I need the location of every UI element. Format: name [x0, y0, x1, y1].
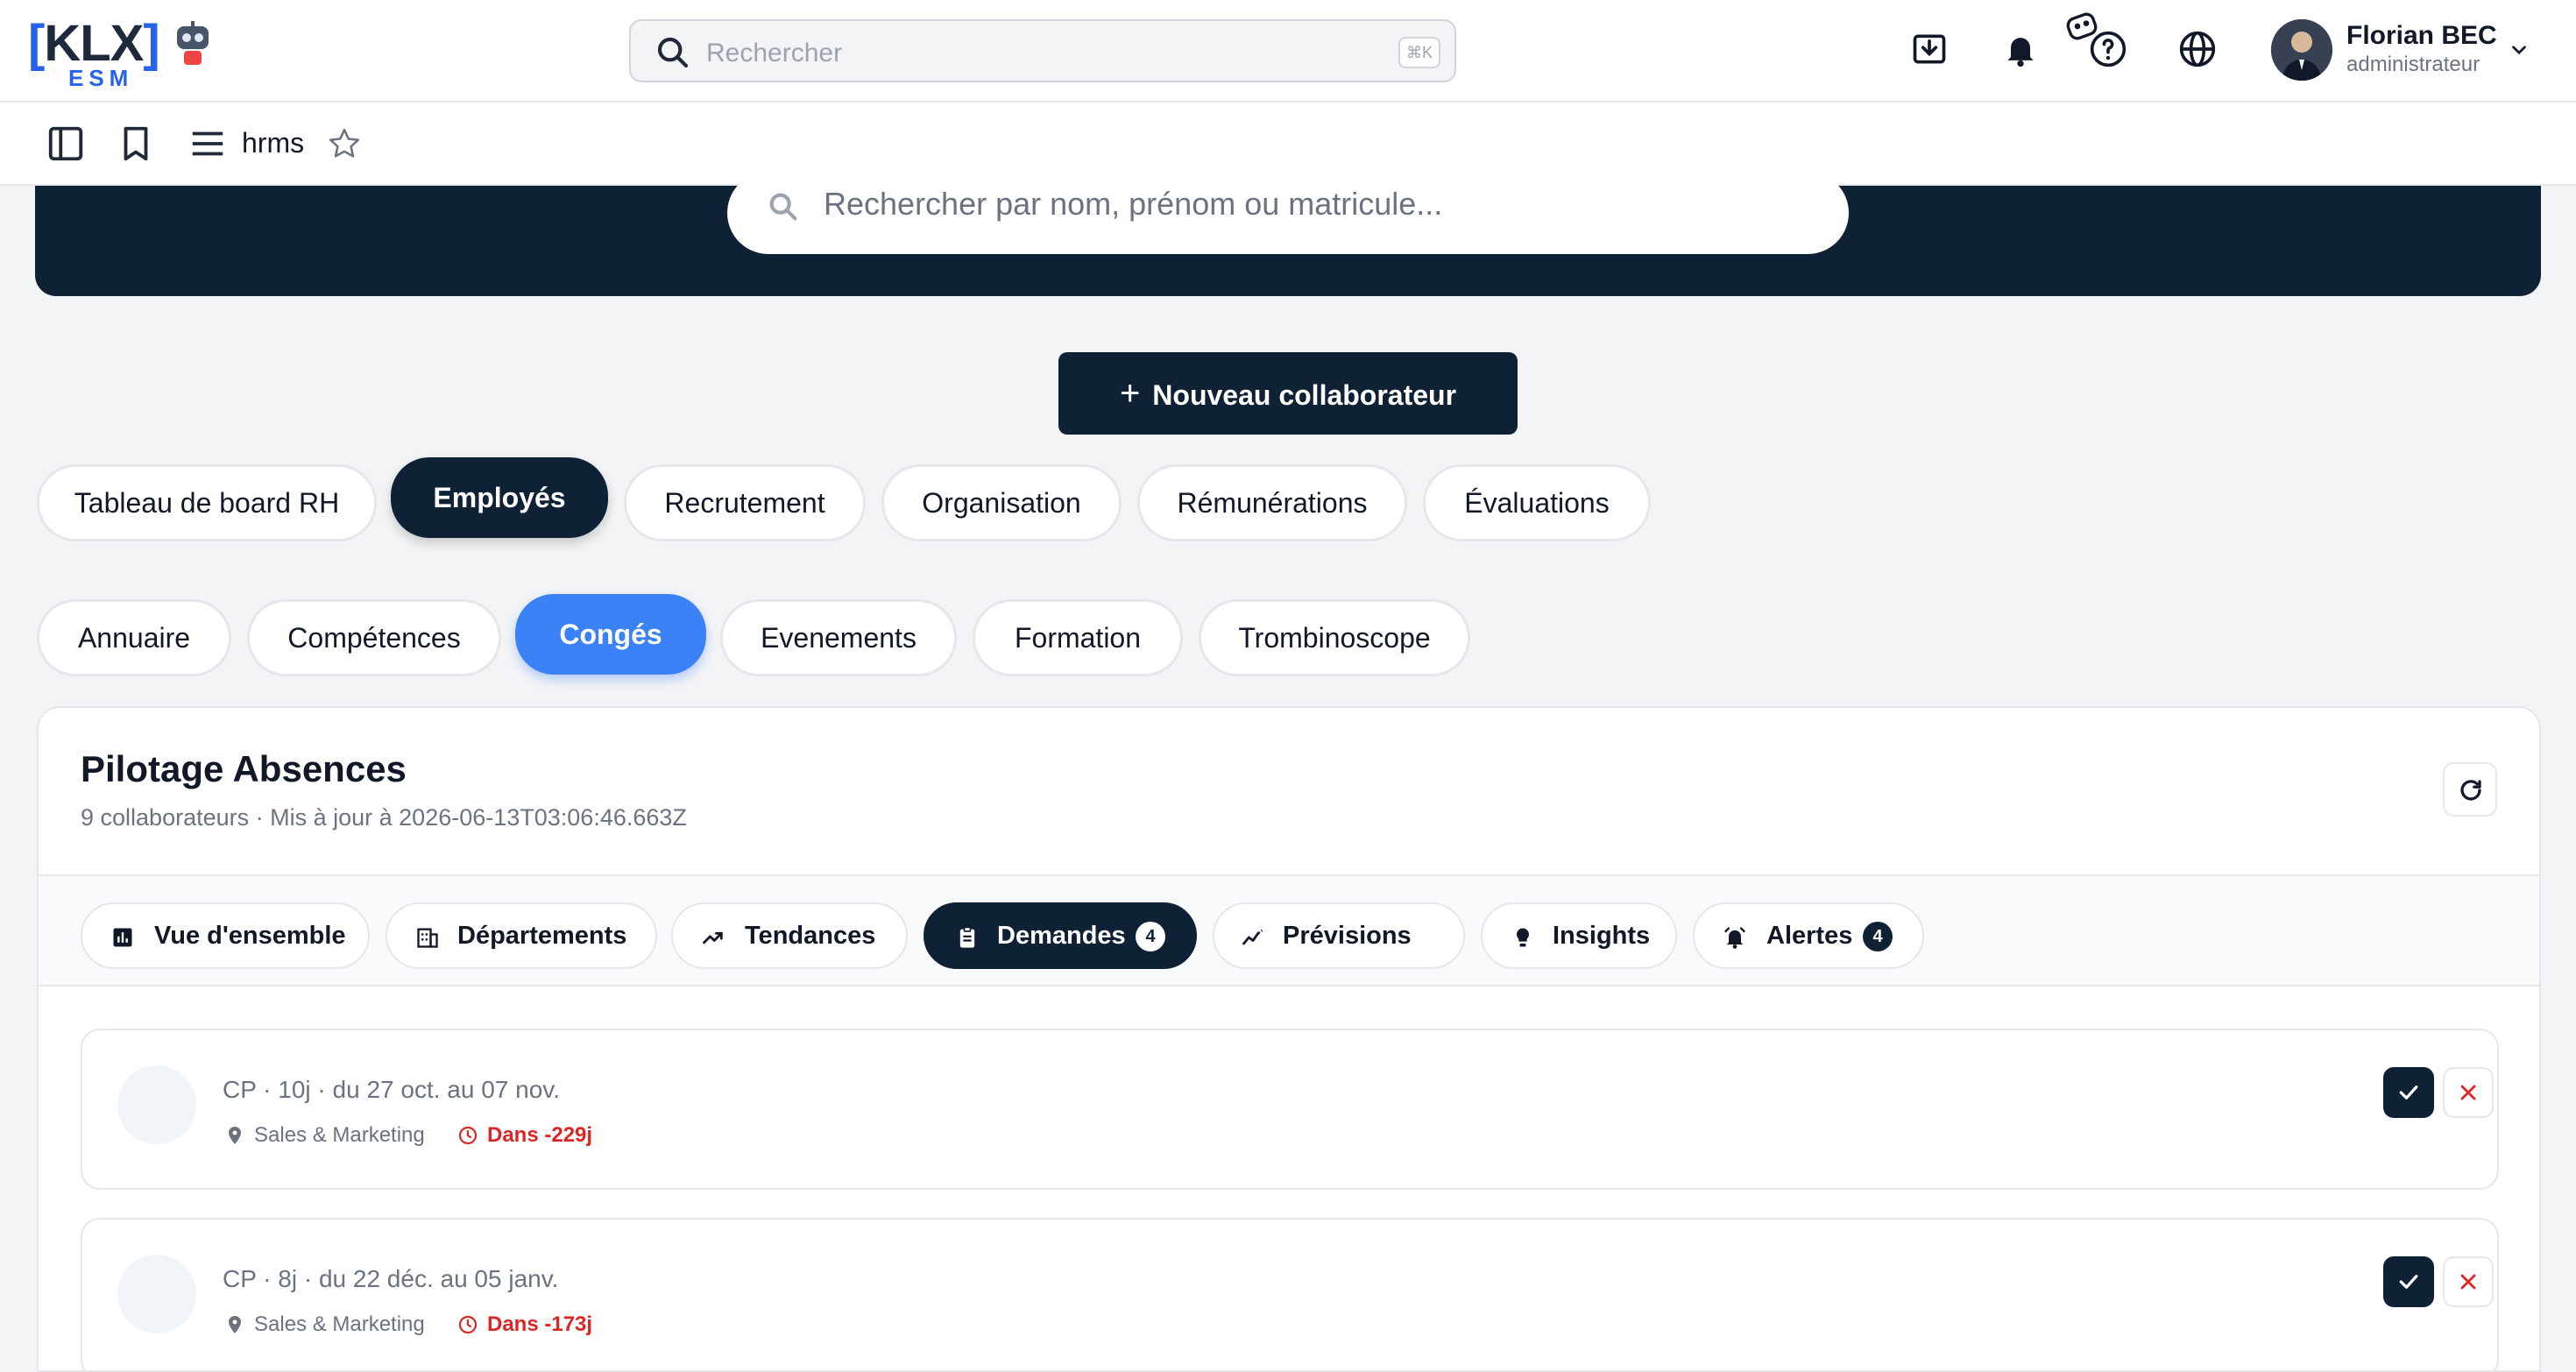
reject-button[interactable]	[2443, 1067, 2494, 1118]
trending-up-icon	[703, 931, 723, 944]
plus-icon: +	[1119, 374, 1141, 413]
panel-tab-departments[interactable]: Départements	[386, 902, 657, 969]
clock-icon	[458, 1126, 478, 1145]
bookmark-icon[interactable]	[116, 124, 156, 164]
request-summary: CP · 8j · du 22 déc. au 05 janv.	[223, 1265, 559, 1292]
approve-button[interactable]	[2383, 1067, 2434, 1118]
leave-request-card: CP · 10j · du 27 oct. au 07 nov. Sales &…	[81, 1029, 2499, 1190]
panel-tab-overview[interactable]: Vue d'ensemble	[81, 902, 370, 969]
bar-chart-icon	[113, 928, 132, 947]
robot-icon	[177, 21, 209, 65]
close-icon	[2460, 1274, 2476, 1290]
language-globe-icon[interactable]	[2178, 30, 2217, 68]
refresh-icon	[2460, 780, 2481, 801]
panel-tab-insights[interactable]: Insights	[1481, 902, 1677, 969]
requester-avatar	[117, 1065, 196, 1144]
notification-bell-icon[interactable]	[2001, 30, 2040, 68]
new-employee-button[interactable]: + Nouveau collaborateur	[1058, 352, 1518, 435]
request-due: Dans -173j	[487, 1312, 593, 1336]
global-search[interactable]: Rechercher ⌘K	[629, 19, 1456, 82]
panel-subtitle: 9 collaborateurs · Mis à jour à 2026-06-…	[81, 804, 687, 831]
panel-tab-alerts[interactable]: Alertes 4	[1693, 902, 1924, 969]
subtab-directory[interactable]: Annuaire	[37, 599, 231, 676]
subtab-leave[interactable]: Congés	[515, 594, 706, 675]
chevron-down-icon[interactable]	[2508, 39, 2530, 61]
forecast-icon	[1242, 929, 1263, 945]
menu-icon[interactable]	[188, 124, 228, 164]
employee-search[interactable]: Rechercher par nom, prénom ou matricule.…	[727, 172, 1849, 254]
logo-subtitle: ESM	[68, 65, 134, 91]
tab-evaluations[interactable]: Évaluations	[1423, 464, 1651, 541]
logo-text: KLX	[44, 15, 144, 72]
panel-title: Pilotage Absences	[81, 748, 407, 789]
panel-tab-strip: Vue d'ensemble Départements Tendances De…	[39, 874, 2539, 987]
search-icon	[657, 37, 689, 68]
check-icon	[2399, 1086, 2418, 1100]
sidebar-toggle-icon[interactable]	[46, 124, 86, 164]
request-due: Dans -229j	[487, 1123, 593, 1147]
employee-search-input[interactable]: Rechercher par nom, prénom ou matricule.…	[824, 186, 1442, 223]
avatar-image	[2271, 19, 2332, 81]
tab-compensation[interactable]: Rémunérations	[1137, 464, 1407, 541]
location-pin-icon	[229, 1316, 241, 1333]
favorite-star-icon[interactable]	[328, 127, 361, 160]
alarm-icon	[1724, 927, 1745, 949]
clipboard-icon	[959, 926, 975, 948]
user-name[interactable]: Florian BEC	[2346, 21, 2497, 51]
approve-button[interactable]	[2383, 1256, 2434, 1307]
top-bar: [KLX] ESM Rechercher ⌘K Florian BEC admi…	[0, 0, 2576, 103]
requester-avatar	[117, 1255, 196, 1333]
requests-count-badge: 4	[1136, 922, 1165, 951]
tab-organization[interactable]: Organisation	[881, 464, 1122, 541]
panel-tab-forecasts[interactable]: Prévisions	[1213, 902, 1465, 969]
user-avatar[interactable]	[2271, 19, 2332, 81]
request-department: Sales & Marketing	[254, 1123, 425, 1147]
panel-tab-trends[interactable]: Tendances	[671, 902, 908, 969]
search-icon	[769, 193, 797, 221]
reject-button[interactable]	[2443, 1256, 2494, 1307]
download-icon[interactable]	[1910, 30, 1949, 68]
clock-icon	[458, 1315, 478, 1334]
tab-recruitment[interactable]: Recrutement	[624, 464, 866, 541]
help-icon[interactable]	[2089, 30, 2127, 68]
panel-tab-requests[interactable]: Demandes 4	[924, 902, 1197, 969]
tab-employees[interactable]: Employés	[391, 457, 608, 538]
user-role: administrateur	[2346, 53, 2480, 76]
request-summary: CP · 10j · du 27 oct. au 07 nov.	[223, 1076, 560, 1103]
tab-hr-dashboard[interactable]: Tableau de board RH	[37, 464, 377, 541]
search-shortcut: ⌘K	[1398, 37, 1440, 68]
check-icon	[2399, 1275, 2418, 1289]
breadcrumb[interactable]: hrms	[242, 127, 304, 159]
subtab-events[interactable]: Evenements	[720, 599, 957, 676]
subtab-training[interactable]: Formation	[973, 599, 1183, 676]
location-pin-icon	[229, 1127, 241, 1144]
subtab-photo-directory[interactable]: Trombinoscope	[1199, 599, 1470, 676]
lightbulb-icon	[1516, 928, 1530, 947]
refresh-button[interactable]	[2443, 762, 2497, 817]
search-input[interactable]: Rechercher	[706, 39, 842, 68]
leave-request-card: CP · 8j · du 22 déc. au 05 janv. Sales &…	[81, 1218, 2499, 1370]
app-logo[interactable]: [KLX] ESM	[28, 15, 212, 91]
alerts-count-badge: 4	[1863, 922, 1893, 951]
absence-panel: Pilotage Absences 9 collaborateurs · Mis…	[37, 706, 2541, 1372]
subtab-skills[interactable]: Compétences	[247, 599, 501, 676]
request-department: Sales & Marketing	[254, 1312, 425, 1336]
building-icon	[417, 928, 438, 948]
close-icon	[2460, 1085, 2476, 1100]
